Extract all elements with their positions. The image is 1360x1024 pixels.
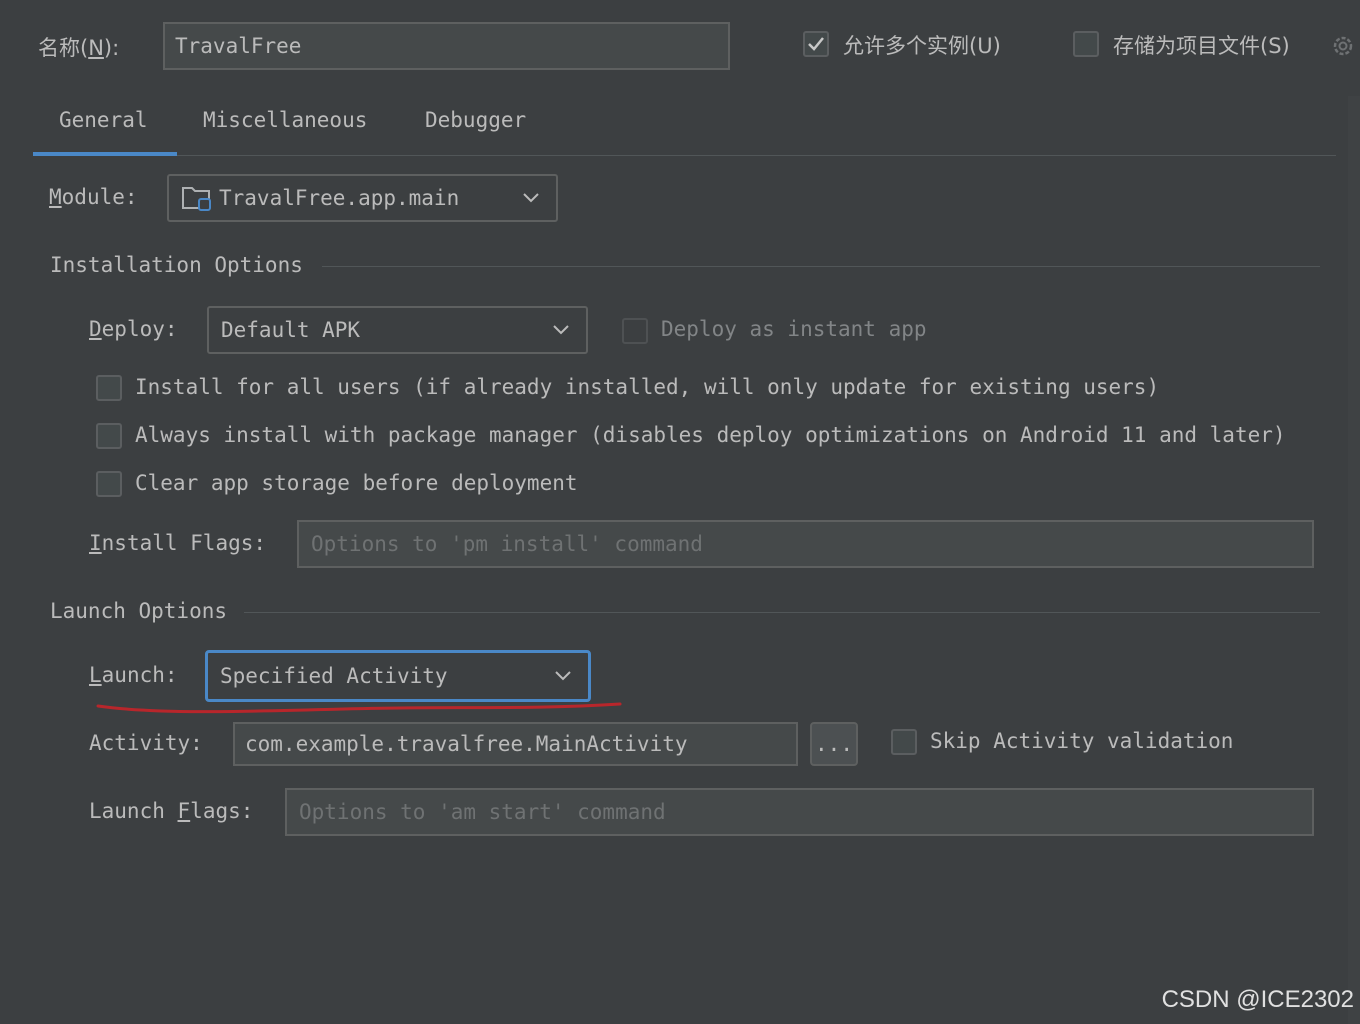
clear-app-storage-checkbox[interactable] (96, 471, 122, 497)
gear-icon[interactable] (1330, 33, 1356, 59)
launch-flags-input[interactable]: Options to 'am start' command (285, 788, 1314, 836)
allow-multiple-instances-checkbox[interactable] (803, 31, 829, 57)
launch-value: Specified Activity (220, 664, 448, 688)
checkmark-icon (808, 37, 824, 51)
red-underline-annotation (96, 702, 622, 714)
install-all-users-label: Install for all users (if already instal… (135, 375, 1160, 399)
always-install-package-manager-label: Always install with package manager (dis… (135, 423, 1286, 447)
deploy-label: Deploy: (89, 317, 178, 341)
skip-activity-validation-label: Skip Activity validation (930, 729, 1234, 753)
always-install-package-manager-checkbox[interactable] (96, 423, 122, 449)
deploy-instant-app-checkbox[interactable] (622, 318, 648, 344)
store-as-project-file-label: 存储为项目文件(S) (1113, 34, 1290, 58)
launch-dropdown[interactable]: Specified Activity (205, 650, 591, 702)
activity-input[interactable]: com.example.travalfree.MainActivity (233, 722, 798, 766)
install-all-users-checkbox[interactable] (96, 375, 122, 401)
installation-options-title: Installation Options (50, 253, 303, 277)
chevron-down-icon (553, 325, 569, 335)
allow-multiple-instances-label: 允许多个实例(U) (843, 34, 1001, 58)
tab-miscellaneous[interactable]: Miscellaneous (203, 108, 367, 132)
module-dropdown[interactable]: TravalFree.app.main (167, 174, 558, 222)
chevron-down-icon (523, 193, 539, 203)
tab-separator (177, 155, 1336, 156)
chevron-down-icon (555, 671, 571, 681)
module-label: Module: (49, 185, 138, 209)
launch-flags-label: Launch Flags: (89, 799, 254, 823)
install-flags-label: Install Flags: (89, 531, 267, 555)
folder-module-icon (182, 187, 211, 211)
installation-options-separator (322, 266, 1320, 267)
install-flags-input[interactable]: Options to 'pm install' command (297, 520, 1314, 568)
active-tab-indicator (33, 152, 177, 156)
skip-activity-validation-checkbox[interactable] (891, 729, 917, 755)
activity-label: Activity: (89, 731, 203, 755)
deploy-instant-app-label: Deploy as instant app (661, 317, 927, 341)
deploy-value: Default APK (221, 318, 361, 342)
browse-activity-button[interactable]: ... (810, 722, 858, 766)
launch-options-separator (244, 612, 1320, 613)
launch-label: Launch: (89, 663, 178, 687)
module-value: TravalFree.app.main (219, 186, 460, 210)
deploy-dropdown[interactable]: Default APK (207, 306, 588, 354)
watermark: CSDN @ICE2302 (1161, 986, 1354, 1013)
clear-app-storage-label: Clear app storage before deployment (135, 471, 578, 495)
store-as-project-file-checkbox[interactable] (1073, 31, 1099, 57)
tab-debugger[interactable]: Debugger (425, 108, 526, 132)
name-input[interactable]: TravalFree (163, 22, 730, 70)
launch-options-title: Launch Options (50, 599, 228, 623)
name-label: 名称(N): (38, 36, 120, 60)
tab-general[interactable]: General (59, 108, 148, 132)
scrollbar[interactable] (1348, 96, 1360, 1024)
